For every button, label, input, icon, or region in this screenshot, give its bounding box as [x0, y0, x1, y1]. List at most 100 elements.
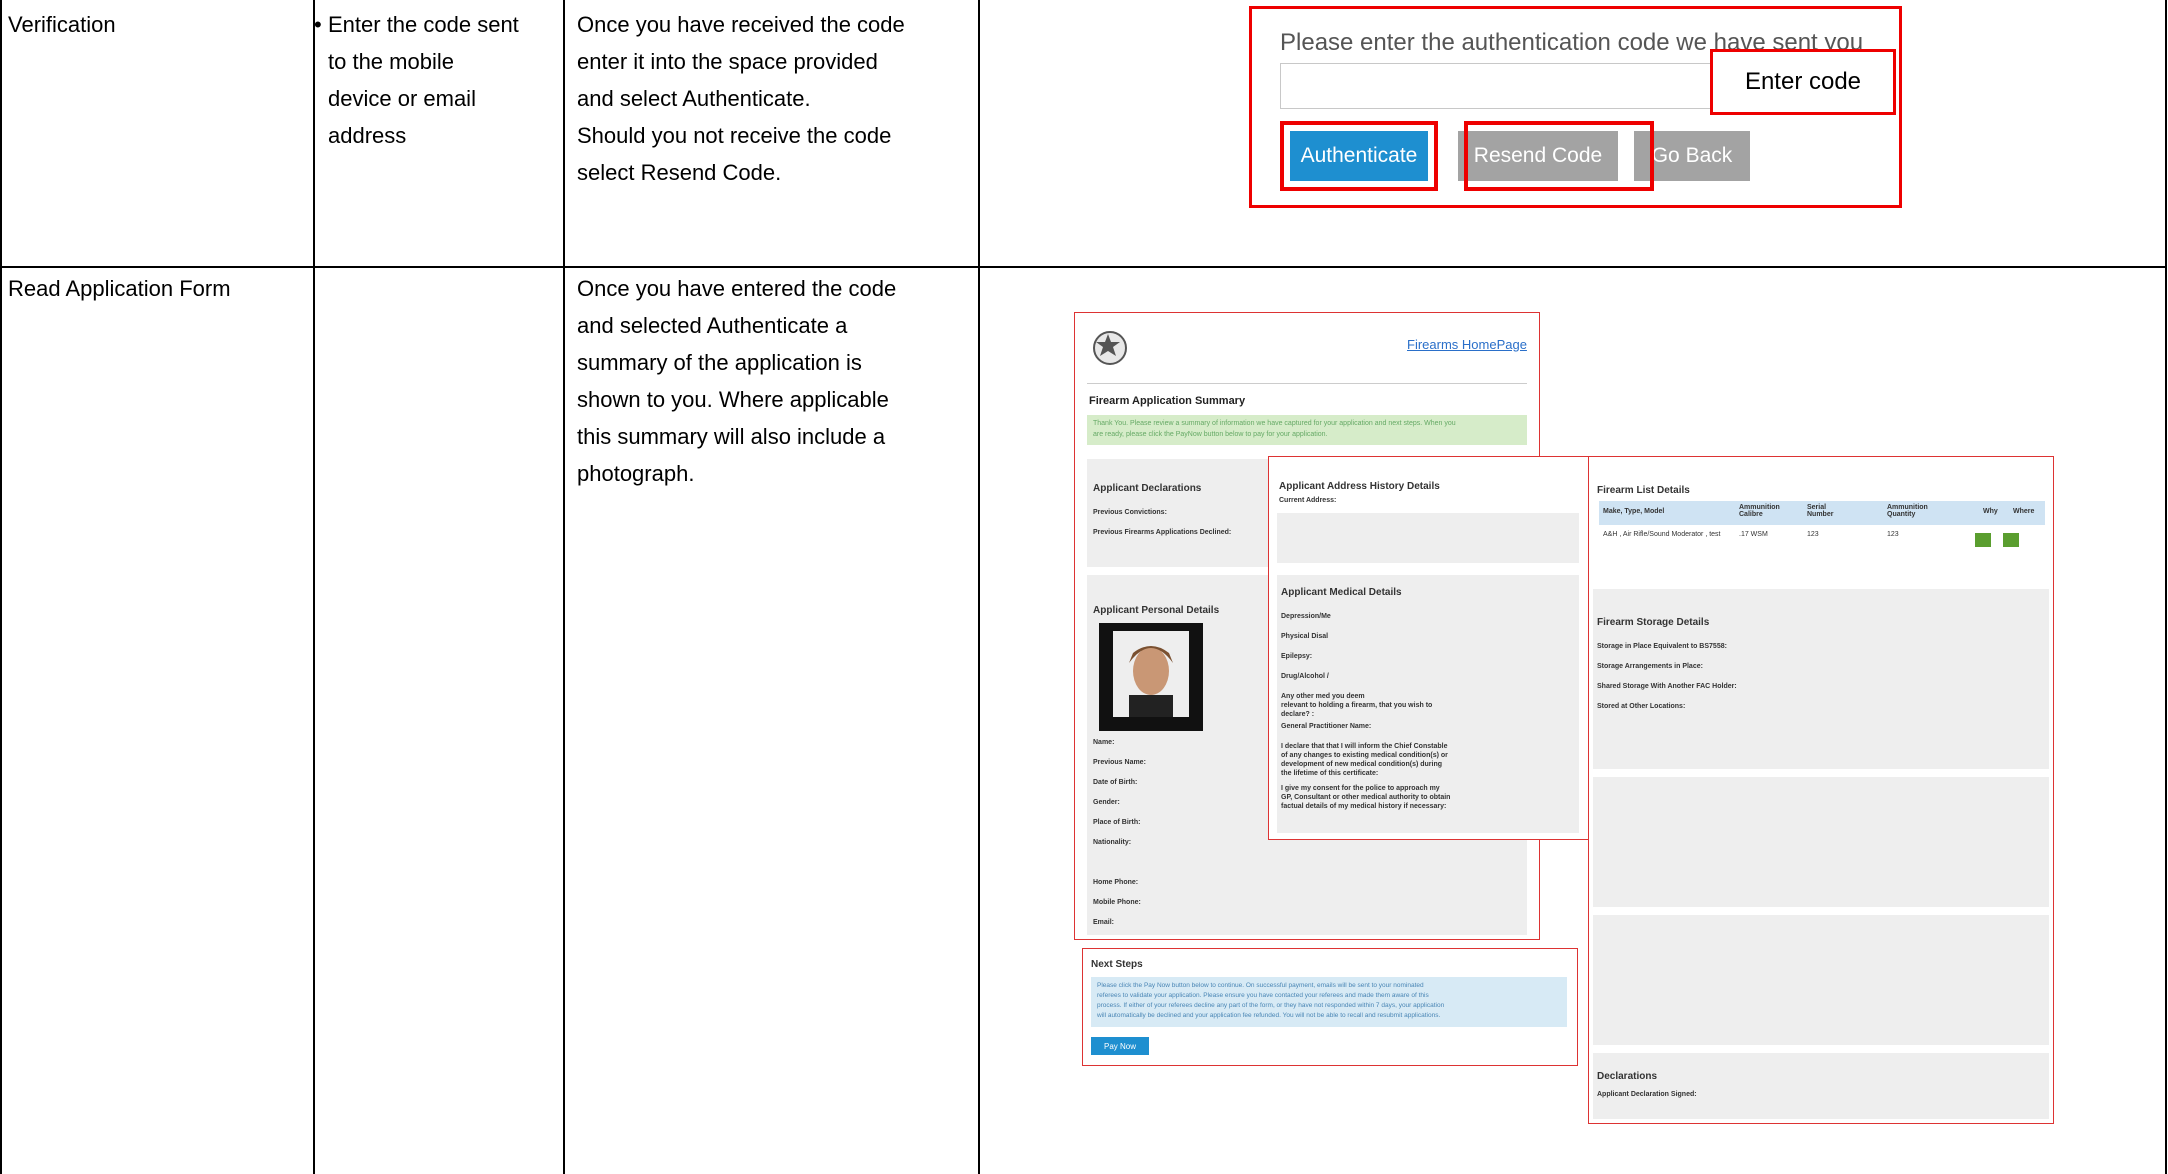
personal-field: Nationality: — [1093, 839, 1132, 846]
description-line: select Resend Code. — [577, 160, 782, 185]
personal-field: Date of Birth: — [1093, 779, 1138, 786]
description-line: and selected Authenticate a — [577, 313, 848, 338]
summary-title: Firearm Application Summary — [1089, 395, 1246, 407]
notice-line: Thank You. Please review a summary of in… — [1093, 420, 1456, 427]
next-steps-line: process. If either of your referees decl… — [1097, 1002, 1445, 1009]
address-value-box — [1277, 513, 1579, 563]
info-icon[interactable] — [1975, 533, 1991, 547]
medical-consent: I give my consent for the police to appr… — [1281, 785, 1440, 792]
medical-field: Drug/Alcohol / — [1281, 673, 1329, 680]
table-header-cell: Ammunition Calibre — [1739, 504, 1780, 518]
medical-field: Epilepsy: — [1281, 653, 1313, 660]
description-line: photograph. — [577, 461, 695, 486]
address-medical-panel: Applicant Address History Details Curren… — [1268, 456, 1590, 840]
table-header-cell: Where — [2013, 508, 2035, 515]
next-steps-notice: Please click the Pay Now button below to… — [1091, 977, 1567, 1027]
table-header-cell: Why — [1983, 508, 1998, 515]
info-icon[interactable] — [2003, 533, 2019, 547]
declaration-signed: Applicant Declaration Signed: — [1597, 1091, 1697, 1098]
action-line: to the mobile — [328, 49, 454, 74]
gp-name: General Practitioner Name: — [1281, 723, 1372, 730]
storage-field: Shared Storage With Another FAC Holder: — [1597, 683, 1737, 690]
highlight-authenticate — [1280, 121, 1438, 191]
action-line: address — [328, 123, 407, 148]
personal-field: Home Phone: — [1093, 879, 1139, 886]
medical-declare: the lifetime of this certificate: — [1281, 770, 1379, 777]
personal-field: Place of Birth: — [1093, 819, 1141, 826]
blank-section — [1593, 915, 2049, 1045]
personal-field: Gender: — [1093, 799, 1120, 806]
personal-field: Previous Name: — [1093, 759, 1146, 766]
header-divider — [1087, 383, 1527, 384]
thank-you-notice: Thank You. Please review a summary of in… — [1087, 415, 1527, 445]
description-line: Once you have received the code — [577, 12, 905, 37]
final-declarations-section: Declarations Applicant Declaration Signe… — [1593, 1053, 2049, 1119]
medical-declare: of any changes to existing medical condi… — [1281, 752, 1448, 759]
description-line: this summary will also include a — [577, 424, 886, 449]
current-address-label: Current Address: — [1279, 497, 1337, 504]
table-header-cell: Ammunition Quantity — [1887, 504, 1928, 518]
table-header-cell: Serial Number — [1807, 504, 1834, 518]
address-title: Applicant Address History Details — [1279, 481, 1440, 492]
description-verification: Once you have received the code enter it… — [577, 6, 905, 191]
description-line: and select Authenticate. — [577, 86, 811, 111]
police-badge-icon — [1093, 331, 1127, 365]
table-border-left — [0, 0, 2, 1174]
final-declarations-title: Declarations — [1597, 1071, 1658, 1082]
description-line: Should you not receive the code — [577, 123, 892, 148]
table-divider-2 — [563, 0, 565, 1174]
medical-title: Applicant Medical Details — [1281, 587, 1402, 598]
action-line: Enter the code sent — [328, 12, 519, 37]
declarations-title: Applicant Declarations — [1093, 483, 1202, 494]
table-border-right — [2165, 0, 2167, 1174]
description-line: enter it into the space provided — [577, 49, 878, 74]
table-divider-1 — [313, 0, 315, 1174]
personal-field: Name: — [1093, 739, 1115, 746]
medical-declare: development of new medical condition(s) … — [1281, 761, 1443, 768]
medical-consent: factual details of my medical history if… — [1281, 803, 1447, 810]
firearm-row-cell: A&H , Air Rifle/Sound Moderator , test — [1603, 531, 1721, 538]
summary-screenshot: Firearms HomePage Firearm Application Su… — [1072, 310, 2056, 1130]
medical-consent: GP, Consultant or other medical authorit… — [1281, 794, 1451, 801]
firearm-row-cell: 123 — [1887, 531, 1899, 538]
auth-screenshot: Please enter the authentication code we … — [1249, 6, 1902, 208]
highlight-resend — [1464, 121, 1654, 191]
pay-now-button[interactable]: Pay Now — [1091, 1037, 1149, 1055]
passport-photo-icon — [1099, 623, 1203, 731]
description-read-application: Once you have entered the code and selec… — [577, 270, 896, 492]
table-divider-3 — [978, 0, 980, 1174]
storage-title: Firearm Storage Details — [1597, 617, 1710, 628]
storage-field: Storage Arrangements in Place: — [1597, 663, 1703, 670]
storage-field: Stored at Other Locations: — [1597, 703, 1686, 710]
storage-section: Firearm Storage Details Storage in Place… — [1593, 589, 2049, 769]
auth-code-input[interactable] — [1280, 63, 1712, 109]
notice-line: are ready, please click the PayNow butto… — [1093, 431, 1328, 438]
firearm-details-panel: Firearm List Details Make, Type, Model A… — [1588, 456, 2054, 1124]
firearms-homepage-link[interactable]: Firearms HomePage — [1407, 337, 1527, 352]
description-line: summary of the application is — [577, 350, 862, 375]
step-read-application: Read Application Form — [8, 276, 231, 301]
procedure-table: Verification Enter the code sent to the … — [0, 0, 2168, 1174]
medical-section: Applicant Medical Details Depression/Me … — [1277, 575, 1579, 833]
description-line: shown to you. Where applicable — [577, 387, 889, 412]
medical-declare: I declare that that I will inform the Ch… — [1281, 743, 1448, 750]
next-steps-title: Next Steps — [1091, 959, 1143, 970]
firearm-table-header: Make, Type, Model Ammunition Calibre Ser… — [1599, 501, 2045, 525]
description-line: Once you have entered the code — [577, 276, 897, 301]
blank-section — [1593, 777, 2049, 907]
next-steps-line: will automatically be declined and your … — [1097, 1012, 1441, 1019]
declaration-field: Previous Convictions: — [1093, 509, 1167, 516]
medical-field: Depression/Me — [1281, 613, 1331, 620]
medical-field: Physical Disal — [1281, 633, 1329, 640]
step-verification: Verification — [8, 12, 116, 37]
next-steps-line: referees to validate your application. P… — [1097, 992, 1429, 999]
personal-field: Mobile Phone: — [1093, 899, 1141, 906]
personal-details-title: Applicant Personal Details — [1093, 605, 1220, 616]
firearm-list-title: Firearm List Details — [1597, 485, 1690, 496]
action-verification: Enter the code sent to the mobile device… — [314, 6, 519, 154]
firearm-row-cell: 123 — [1807, 531, 1819, 538]
personal-field: Email: — [1093, 919, 1115, 926]
storage-field: Storage in Place Equivalent to BS7558: — [1597, 643, 1727, 650]
firearm-row-cell: .17 WSM — [1739, 531, 1768, 538]
row-divider — [0, 266, 2167, 268]
